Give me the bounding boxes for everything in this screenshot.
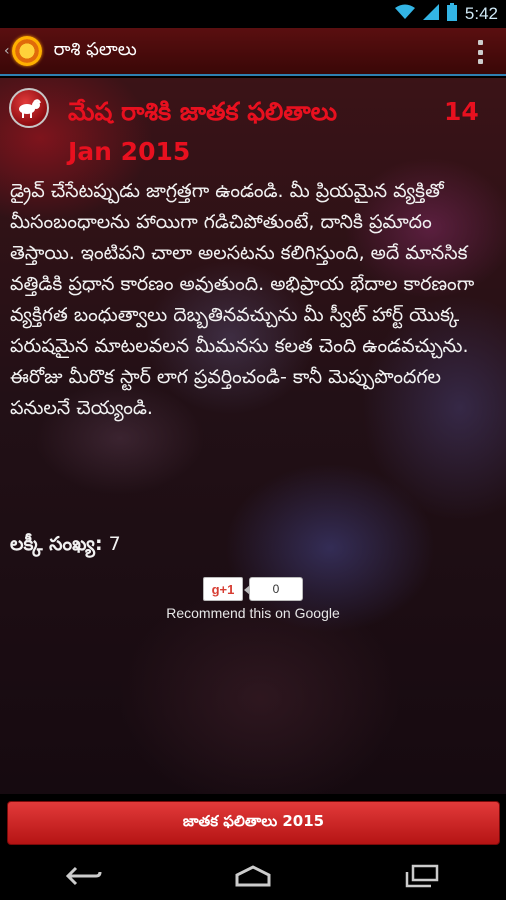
horoscope-prediction-text: డ్రైవ్ చేసేటప్పుడు జాగ్రత్తగా ఉండండి. మీ… [10, 180, 475, 419]
lucky-number-label: లక్కీ సంఖ్య: [10, 533, 103, 555]
horoscope-date-month-year: Jan 2015 [68, 137, 191, 166]
action-bar: ‹ రాశి ఫలాలు [0, 28, 506, 76]
app-logo-icon[interactable] [11, 36, 42, 66]
horoscope-2015-button[interactable]: జాతక ఫలితాలు 2015 [7, 801, 500, 845]
content-area[interactable]: మేష రాశికి జాతక ఫలితాలు 14 Jan 2015 డ్రై… [0, 78, 506, 794]
horoscope-heading: మేష రాశికి జాతక ఫలితాలు 14 Jan 2015 [68, 92, 498, 172]
home-icon[interactable] [223, 856, 283, 896]
ram-icon [9, 88, 49, 128]
recent-apps-icon[interactable] [392, 856, 452, 896]
lucky-number: లక్కీ సంఖ్య: 7 [10, 533, 121, 560]
horoscope-title: మేష రాశికి జాతక ఫలితాలు [68, 97, 338, 126]
google-plus-count: 0 [244, 577, 303, 601]
wifi-icon [394, 4, 415, 24]
status-time: 5:42 [464, 4, 498, 23]
google-plus-widget: g+1 0 [203, 577, 303, 601]
google-plus-one-button[interactable]: g+1 [203, 577, 243, 601]
app-title: రాశి ఫలాలు [53, 38, 137, 60]
battery-icon [446, 3, 457, 25]
recommend-text: Recommend this on Google [166, 605, 340, 621]
signal-icon [422, 4, 439, 24]
lucky-number-value: 7 [108, 533, 121, 555]
overflow-menu-icon[interactable] [478, 40, 484, 64]
up-navigation-icon[interactable]: ‹ [4, 43, 10, 59]
back-icon[interactable] [54, 856, 114, 896]
horoscope-date-day: 14 [444, 97, 479, 126]
navigation-bar [0, 852, 506, 900]
status-bar: 5:42 [0, 0, 506, 28]
